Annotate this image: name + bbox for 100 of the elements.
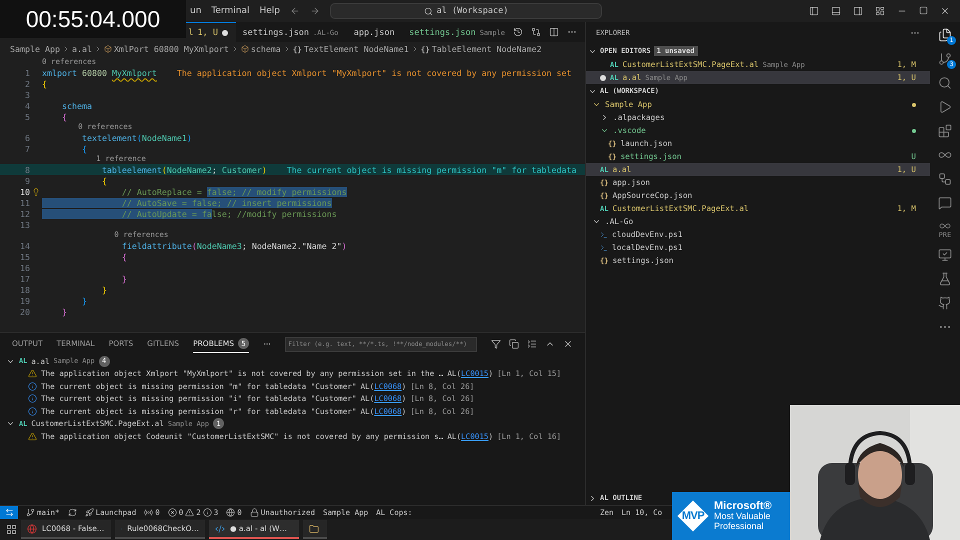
monitor-check-icon (938, 248, 952, 262)
activity-button[interactable] (938, 272, 952, 286)
line-number: 19 (19, 296, 30, 306)
mvp-title: Most Valuable (714, 511, 772, 521)
breadcrumb-item[interactable]: schema (240, 44, 281, 54)
chevron-right-icon (600, 113, 609, 122)
search-icon (938, 76, 952, 90)
chevron-right-icon (588, 494, 597, 502)
line-number: 2 (24, 78, 30, 88)
remote-icon (4, 508, 14, 517)
filter-icon (491, 339, 501, 349)
compare-icon (531, 27, 541, 37)
line-number: 9 (24, 176, 30, 186)
line-number: 1 (24, 68, 30, 78)
line-number: 16 (19, 262, 30, 272)
flow-icon (938, 172, 952, 186)
panel-left-icon (809, 6, 819, 16)
line-number: 20 (19, 306, 30, 316)
line-number: 15 (19, 252, 30, 262)
inline-diagnostic: The current object is missing permission "m" for tabledata (286, 164, 577, 174)
line-number: 14 (19, 240, 30, 250)
line-number: 4 (24, 100, 30, 110)
line-number: 3 (24, 90, 30, 100)
split-editor-icon (549, 27, 559, 37)
line-number: 8 (24, 164, 30, 174)
activity-button[interactable] (938, 172, 952, 186)
close-icon (563, 339, 573, 349)
search-icon (424, 6, 433, 16)
code-line: { (42, 78, 47, 88)
taskbar-item[interactable] (303, 520, 327, 539)
code-line: { (80, 144, 87, 154)
timestamp-overlay: 00:55:04.000 (0, 0, 186, 38)
activity-button[interactable] (938, 76, 952, 90)
code-line: { (120, 252, 127, 262)
ports-icon (144, 508, 154, 517)
copy-icon (509, 339, 519, 349)
mvp-title: Professional (714, 521, 765, 531)
code-line: } (100, 284, 107, 294)
line-number: 10 (19, 186, 30, 196)
grid-icon (6, 524, 17, 535)
layout-icon (875, 6, 885, 16)
symbol-icon (240, 45, 249, 53)
code-line: fieldattribute(NodeName3; NodeName2."Name 2") (120, 240, 347, 250)
maximize-icon (919, 6, 928, 15)
menu-item[interactable]: un (190, 6, 202, 16)
folder-icon (309, 524, 319, 534)
terminal-icon (600, 244, 608, 252)
run-icon (938, 100, 952, 114)
line-number: 12 (19, 208, 30, 218)
sync-icon (68, 508, 77, 517)
branch-icon (26, 508, 35, 517)
code-line: } (120, 274, 127, 284)
info-icon (28, 406, 37, 416)
chat-icon (938, 196, 952, 210)
code-line: textelement(NodeName1) (80, 132, 192, 142)
command-center[interactable]: al (Workspace) (330, 3, 602, 19)
chevron-down-icon (600, 126, 609, 135)
flask-icon (938, 272, 952, 286)
breadcrumb-item[interactable]: a.al (72, 44, 92, 54)
activity-button[interactable] (938, 296, 952, 310)
close-icon (940, 6, 950, 16)
menu-item[interactable]: Help (259, 6, 280, 16)
command-center-text: al (Workspace) (436, 6, 508, 16)
code-line: { (100, 176, 107, 186)
activity-button[interactable] (938, 100, 952, 114)
menu-item[interactable]: Terminal (211, 6, 250, 16)
code-line: } (80, 296, 87, 306)
line-number: 11 (19, 198, 30, 208)
line-number: 6 (24, 132, 30, 142)
files-icon (938, 28, 952, 42)
forward-icon (310, 6, 320, 16)
breadcrumb-item[interactable]: XmlPort 60800 MyXmlport (104, 44, 229, 54)
info-icon (202, 508, 212, 517)
chevron-down-icon (592, 217, 601, 226)
mvp-mark: MVP (682, 510, 704, 522)
history-icon (513, 27, 523, 37)
activity-button[interactable] (938, 196, 952, 210)
remote-button[interactable] (0, 506, 18, 520)
code-line: // AutoReplace = false; // modify permissions (120, 186, 347, 196)
unsaved-dot (222, 30, 228, 36)
code-line: { (60, 112, 67, 122)
breadcrumb-item[interactable]: Sample App (10, 44, 60, 54)
info-icon (28, 394, 37, 404)
line-number: 5 (24, 112, 30, 122)
collapse-all-icon (527, 339, 537, 349)
activity-button[interactable] (938, 124, 952, 138)
info-icon (28, 382, 37, 391)
sync-button[interactable] (68, 508, 77, 517)
code-line: tableelement(NodeName2; Customer) (100, 164, 267, 174)
activity-button[interactable] (938, 248, 952, 262)
code-line: } (60, 306, 67, 316)
extensions-icon (938, 124, 952, 138)
github-icon (938, 296, 952, 310)
globe-icon (226, 508, 236, 517)
warning-icon (185, 508, 194, 517)
warning-icon (28, 432, 37, 441)
line-number: 18 (19, 284, 30, 294)
inline-diagnostic: The application object Xmlport "MyXmlport" is not covered by any permission set (176, 68, 572, 78)
lock-icon (250, 508, 259, 517)
back-icon (290, 6, 300, 16)
